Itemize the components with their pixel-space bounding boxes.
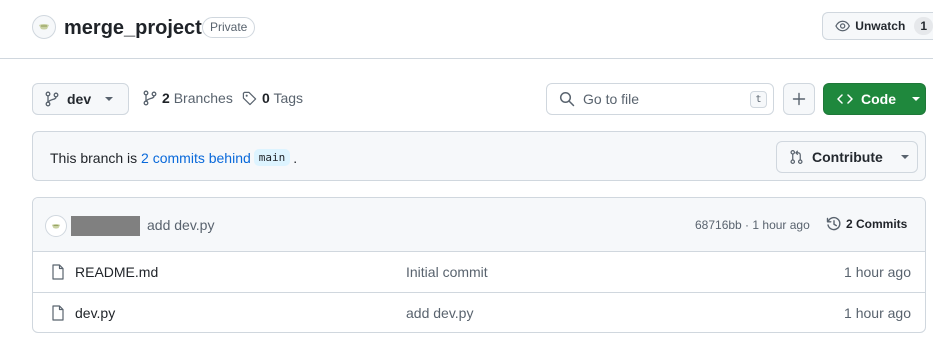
commits-history-link[interactable]: 2 Commits	[826, 216, 907, 232]
branches-link[interactable]: 2 Branches	[143, 90, 233, 106]
branches-label: Branches	[173, 90, 233, 106]
go-to-file-search[interactable]: t	[546, 83, 774, 115]
add-file-button[interactable]	[783, 83, 815, 115]
file-icon	[52, 305, 64, 321]
file-age: 1 hour ago	[844, 305, 911, 321]
tags-count: 0	[262, 90, 270, 106]
branch-status-text: This branch is 2 commits behind main.	[50, 149, 297, 166]
commit-sha[interactable]: 68716bb	[695, 218, 742, 232]
file-icon	[52, 264, 64, 280]
file-name[interactable]: README.md	[75, 264, 158, 280]
search-shortcut-key: t	[750, 91, 767, 108]
commit-age: 1 hour ago	[752, 218, 810, 232]
repo-name[interactable]: merge_project	[64, 15, 202, 41]
tag-icon	[242, 91, 257, 105]
file-row[interactable]: dev.py add dev.py 1 hour ago	[33, 293, 925, 332]
plus-icon	[792, 92, 806, 106]
branch-select-button[interactable]: dev	[32, 83, 129, 115]
history-icon	[826, 216, 841, 231]
tags-link[interactable]: 0 Tags	[242, 90, 303, 106]
banner-suffix: .	[293, 149, 298, 166]
latest-commit-bar: add dev.py 68716bb · 1 hour ago 2 Commit…	[33, 198, 925, 252]
visibility-badge: Private	[202, 17, 256, 38]
chevron-down-icon	[912, 97, 920, 101]
file-commit-message[interactable]: Initial commit	[406, 264, 488, 280]
branch-status-banner: This branch is 2 commits behind main. Co…	[32, 131, 926, 181]
latest-commit-meta: 68716bb · 1 hour ago	[695, 218, 810, 232]
pull-request-icon	[790, 150, 803, 164]
code-label: Code	[861, 91, 896, 107]
commits-label: 2 Commits	[846, 217, 908, 231]
eye-icon	[835, 20, 851, 32]
search-input[interactable]	[583, 91, 743, 107]
watch-counter: 1	[914, 17, 933, 35]
commits-behind-link[interactable]: 2 commits behind	[141, 150, 251, 166]
banner-prefix: This branch is	[50, 149, 142, 166]
contribute-button[interactable]: Contribute	[776, 141, 918, 173]
meta-separator: ·	[741, 218, 753, 232]
unwatch-label: Unwatch	[855, 19, 906, 33]
file-listing: add dev.py 68716bb · 1 hour ago 2 Commit…	[32, 197, 926, 333]
base-branch-label: main	[253, 149, 291, 166]
file-commit-message[interactable]: add dev.py	[406, 305, 473, 321]
chevron-down-icon	[900, 155, 909, 159]
branch-name: dev	[67, 91, 92, 107]
branch-icon	[45, 91, 59, 107]
unwatch-button[interactable]: Unwatch 1	[822, 12, 933, 40]
chevron-down-icon	[105, 97, 114, 101]
branches-count: 2	[162, 90, 170, 106]
file-age: 1 hour ago	[844, 264, 911, 280]
author-avatar[interactable]	[45, 215, 67, 237]
code-button[interactable]: Code	[823, 83, 926, 115]
repo-header: merge_project Private Unwatch 1	[0, 0, 933, 59]
branch-icon	[143, 90, 157, 106]
owner-avatar[interactable]	[32, 15, 56, 39]
search-icon	[559, 91, 575, 107]
contribute-label: Contribute	[812, 149, 883, 165]
file-row[interactable]: README.md Initial commit 1 hour ago	[33, 252, 925, 293]
redacted-author-name	[71, 216, 140, 236]
latest-commit-message[interactable]: add dev.py	[147, 217, 214, 233]
code-icon	[837, 94, 853, 104]
file-name[interactable]: dev.py	[75, 305, 115, 321]
tags-label: Tags	[273, 90, 304, 106]
